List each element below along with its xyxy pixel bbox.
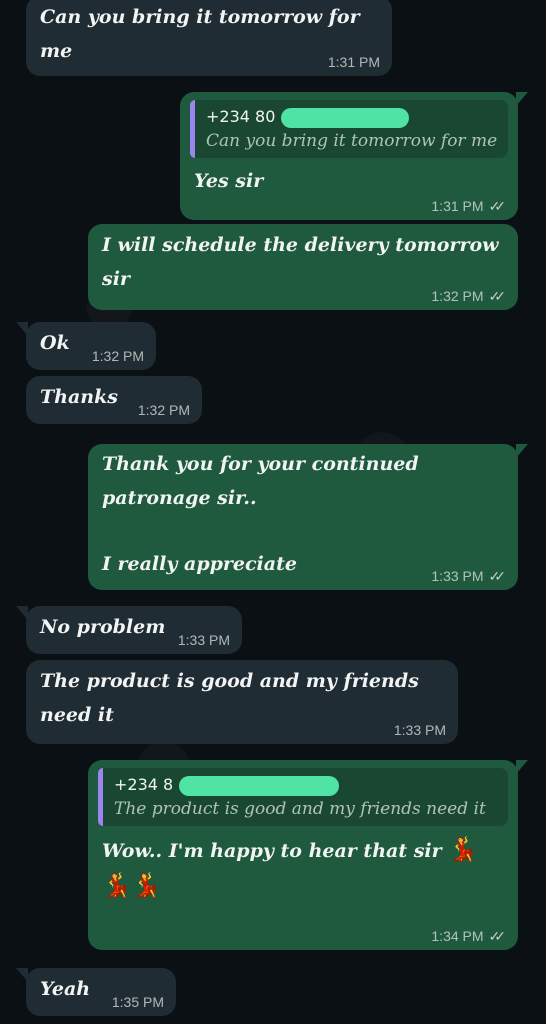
message-text-line: patronage sir.. — [102, 487, 257, 509]
dancer-emoji: 💃💃 — [102, 871, 162, 899]
message-text-line: need it — [40, 704, 114, 726]
message-time: 1:35 PM — [111, 994, 164, 1010]
message-incoming[interactable]: No problem 1:33 PM — [16, 606, 242, 654]
dancer-emoji: 💃 — [448, 835, 479, 863]
message-outgoing[interactable]: +234 80 Can you bring it tomorrow for me… — [180, 92, 528, 220]
message-time: 1:32 PM — [91, 348, 144, 364]
quoted-text: Can you bring it tomorrow for me — [206, 131, 498, 151]
message-time: 1:31 PM — [327, 54, 380, 70]
message-incoming[interactable]: Ok 1:32 PM — [16, 322, 156, 370]
message-text-line: Wow.. I'm happy to hear that sir 💃 — [102, 835, 479, 863]
redaction-mark — [281, 107, 410, 128]
quoted-message[interactable]: +234 80 Can you bring it tomorrow for me — [190, 100, 508, 158]
message-text-line: I will schedule the delivery tomorrow — [102, 234, 499, 256]
double-check-icon: ✓✓ — [488, 198, 507, 214]
message-outgoing[interactable]: I will schedule the delivery tomorrow si… — [88, 224, 518, 310]
message-incoming[interactable]: Can you bring it tomorrow for me 1:31 PM — [26, 0, 392, 76]
message-time: 1:32 PM — [137, 402, 190, 418]
message-time: 1:31 PM ✓✓ — [431, 198, 506, 214]
message-outgoing[interactable]: Thank you for your continued patronage s… — [88, 444, 528, 590]
message-incoming[interactable]: Yeah 1:35 PM — [16, 968, 176, 1016]
quoted-text: The product is good and my friends need … — [114, 799, 486, 819]
double-check-icon: ✓✓ — [488, 288, 507, 304]
message-time: 1:34 PM ✓✓ — [431, 928, 506, 944]
message-incoming[interactable]: Thanks 1:32 PM — [26, 376, 202, 424]
quoted-sender: +234 8 — [114, 774, 498, 796]
message-time: 1:33 PM — [393, 722, 446, 738]
message-text-line: The product is good and my friends — [40, 670, 419, 692]
double-check-icon: ✓✓ — [488, 568, 507, 584]
message-text-line: Thank you for your continued — [102, 453, 419, 475]
quoted-message[interactable]: +234 8 The product is good and my friend… — [98, 768, 508, 826]
redaction-mark — [179, 775, 340, 796]
message-time: 1:33 PM — [177, 632, 230, 648]
message-incoming[interactable]: The product is good and my friends need … — [26, 660, 458, 744]
message-text: Yes sir — [194, 170, 264, 192]
message-time: 1:32 PM ✓✓ — [431, 288, 506, 304]
message-time: 1:33 PM ✓✓ — [431, 568, 506, 584]
double-check-icon: ✓✓ — [488, 928, 507, 944]
message-outgoing[interactable]: +234 8 The product is good and my friend… — [88, 760, 528, 950]
quoted-sender: +234 80 — [206, 106, 498, 128]
